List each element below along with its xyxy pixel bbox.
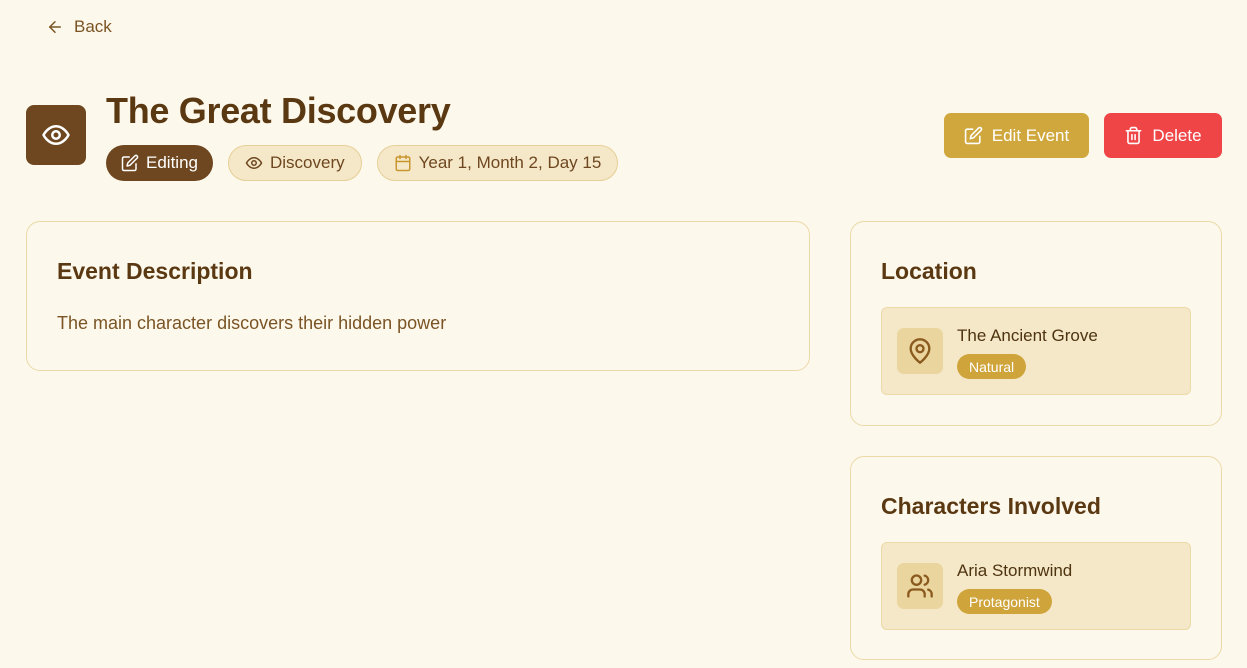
eye-icon	[42, 125, 70, 145]
event-type-tag: Discovery	[227, 145, 362, 181]
characters-card: Characters Involved Aria Stormwind Prota…	[850, 456, 1222, 660]
users-icon	[907, 574, 933, 598]
event-tags: Editing Discovery Year 1, Month 2, Day 1…	[106, 145, 619, 181]
event-type-label: Discovery	[269, 153, 345, 172]
location-item[interactable]: The Ancient Grove Natural	[881, 307, 1191, 395]
event-description-card: Event Description The main character dis…	[26, 221, 810, 371]
event-type-icon-tile	[26, 105, 86, 165]
arrow-left-icon	[49, 21, 61, 33]
edit-icon	[964, 126, 983, 145]
delete-label: Delete	[1152, 125, 1202, 145]
event-description-heading: Event Description	[57, 258, 253, 284]
location-type-badge: Natural	[957, 354, 1027, 379]
back-link[interactable]: Back	[46, 16, 112, 38]
event-date-tag: Year 1, Month 2, Day 15	[376, 145, 619, 181]
edit-event-label: Edit Event	[991, 125, 1070, 145]
location-icon-tile	[897, 328, 943, 374]
event-date-label: Year 1, Month 2, Day 15	[418, 153, 602, 172]
location-card: Location The Ancient Grove Natural	[850, 221, 1222, 426]
edit-event-button[interactable]: Edit Event	[944, 113, 1089, 158]
characters-heading: Characters Involved	[881, 493, 1101, 519]
calendar-icon	[395, 154, 411, 172]
location-name: The Ancient Grove	[957, 326, 1098, 345]
map-pin-icon	[909, 338, 931, 364]
eye-icon	[245, 157, 263, 169]
editing-badge[interactable]: Editing	[106, 145, 213, 181]
back-label: Back	[74, 17, 112, 36]
character-role-badge: Protagonist	[957, 589, 1052, 614]
event-description-text: The main character discovers their hidde…	[57, 313, 447, 333]
delete-button[interactable]: Delete	[1104, 113, 1222, 158]
editing-label: Editing	[146, 153, 198, 172]
event-title: The Great Discovery	[106, 90, 451, 131]
character-item[interactable]: Aria Stormwind Protagonist	[881, 542, 1191, 630]
character-name: Aria Stormwind	[957, 561, 1073, 580]
trash-icon	[1126, 126, 1142, 145]
edit-icon	[121, 154, 139, 172]
character-icon-tile	[897, 563, 943, 609]
location-heading: Location	[881, 258, 977, 284]
